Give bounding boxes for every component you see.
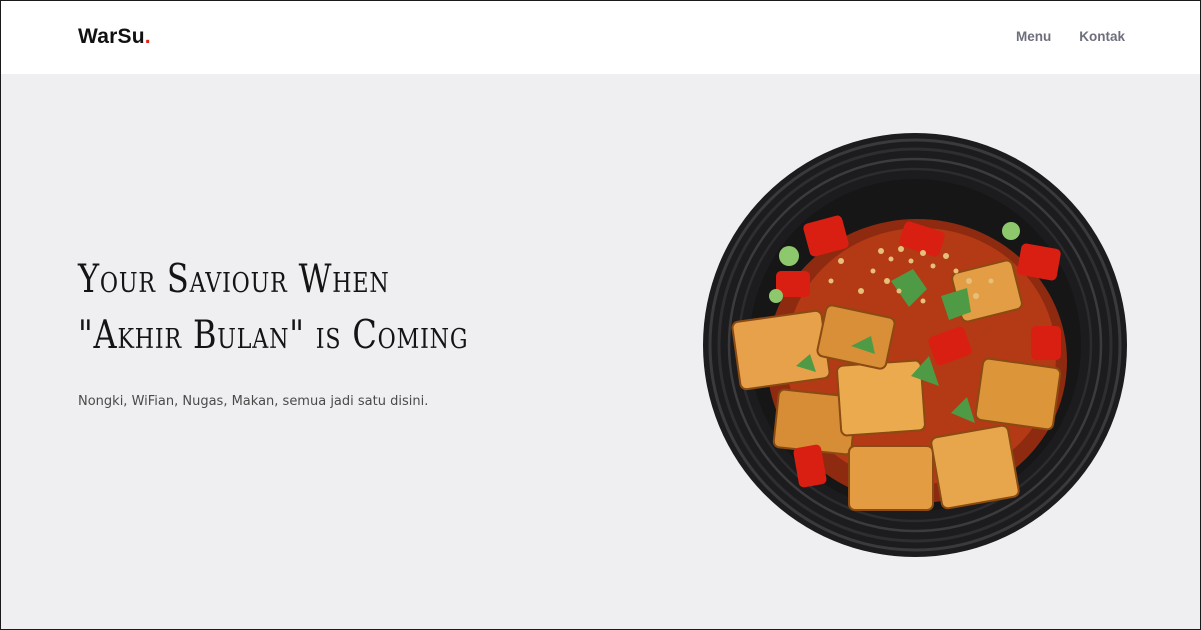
brand-logo[interactable]: WarSu. [78,25,151,49]
brand-dot: . [144,25,151,48]
hero-subtitle: Nongki, WiFian, Nugas, Makan, semua jadi… [78,394,429,409]
hero-headline: Your Saviour When "Akhir Bulan" is Comin… [78,252,537,364]
hero-headline-line1: Your Saviour When [78,257,390,302]
nav-link-kontak[interactable]: Kontak [1079,29,1125,44]
navbar: WarSu. Menu Kontak [1,1,1200,74]
hero-section: Your Saviour When "Akhir Bulan" is Comin… [1,74,1200,629]
nav-links: Menu Kontak [1016,29,1125,44]
food-bowl-image [703,133,1127,557]
nav-link-menu[interactable]: Menu [1016,29,1051,44]
page-frame: WarSu. Menu Kontak Your Saviour When "Ak… [0,0,1201,630]
brand-name: WarSu [78,25,145,48]
hero-headline-line2: "Akhir Bulan" is Coming [78,313,469,358]
